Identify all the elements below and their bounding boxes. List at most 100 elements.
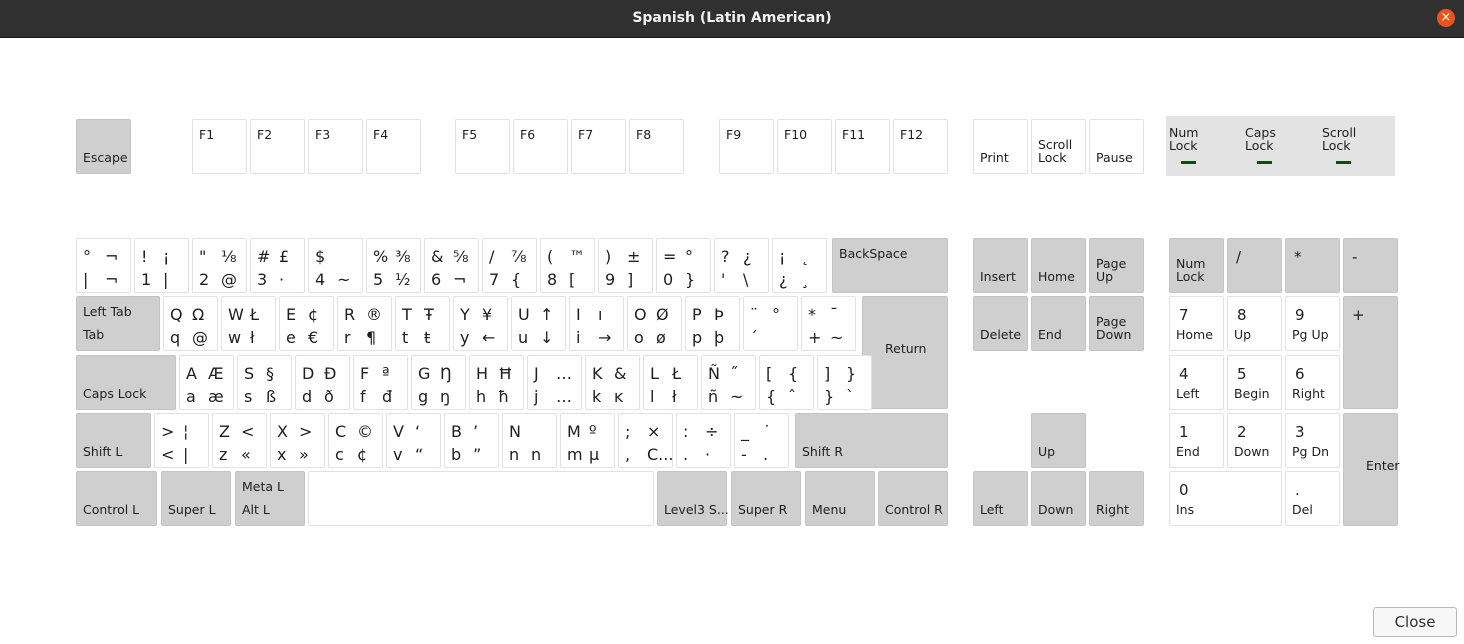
key-q[interactable]: Q Ωq @ bbox=[163, 296, 218, 351]
key-pgup[interactable]: Page Up bbox=[1089, 238, 1144, 293]
key-level3[interactable]: Level3 S... bbox=[657, 471, 729, 526]
key-f4[interactable]: F4 bbox=[366, 119, 421, 174]
key-rsuper[interactable]: Super R bbox=[731, 471, 801, 526]
key-kp9[interactable]: 9 Pg Up bbox=[1285, 296, 1340, 351]
close-button[interactable]: Close bbox=[1373, 607, 1457, 637]
key-delete[interactable]: Delete bbox=[973, 296, 1028, 351]
key-kpdiv[interactable]: / bbox=[1227, 238, 1282, 293]
key-k5[interactable]: % ⅜ 5 ½ bbox=[366, 238, 421, 293]
window-close-icon[interactable]: × bbox=[1437, 9, 1455, 27]
key-m[interactable]: Mºmµ bbox=[560, 413, 615, 468]
key-r[interactable]: R ® r ¶ bbox=[337, 296, 392, 351]
key-left[interactable]: Left bbox=[973, 471, 1028, 526]
key-lctrl[interactable]: Control L bbox=[76, 471, 157, 526]
key-o[interactable]: OØoø bbox=[627, 296, 682, 351]
key-lbracket[interactable]: ¨ ° ´ bbox=[743, 296, 798, 351]
key-return[interactable]: Return bbox=[862, 296, 948, 409]
key-s[interactable]: S § s ß bbox=[237, 355, 292, 410]
key-rshift[interactable]: Shift R bbox=[795, 413, 948, 468]
key-k9[interactable]: ) ±9] bbox=[598, 238, 653, 293]
key-e[interactable]: E ¢ e € bbox=[279, 296, 334, 351]
key-lshift[interactable]: Shift L bbox=[76, 413, 151, 468]
key-grave[interactable]: ° ¬ | ¬ bbox=[76, 238, 131, 293]
key-numlock[interactable]: Num Lock bbox=[1169, 238, 1224, 293]
key-kpsub[interactable]: - bbox=[1343, 238, 1398, 293]
key-equal[interactable]: ¡ ˛ ¿ ¸ bbox=[772, 238, 827, 293]
key-kpadd[interactable]: + bbox=[1343, 296, 1398, 409]
key-v[interactable]: V ‘ v “ bbox=[386, 413, 441, 468]
key-f[interactable]: Fªfđ bbox=[353, 355, 408, 410]
key-kp4[interactable]: 4 Left bbox=[1169, 355, 1224, 410]
key-minus[interactable]: ? ¿ ' \ bbox=[714, 238, 769, 293]
key-apos[interactable]: [{{ˆ bbox=[759, 355, 814, 410]
key-y[interactable]: Y ¥ y ← bbox=[453, 296, 508, 351]
key-space[interactable] bbox=[308, 471, 654, 526]
key-w[interactable]: WŁwł bbox=[221, 296, 276, 351]
key-lsuper[interactable]: Super L bbox=[161, 471, 231, 526]
key-insert[interactable]: Insert bbox=[973, 238, 1028, 293]
key-f5[interactable]: F5 bbox=[455, 119, 510, 174]
key-k7[interactable]: / ⅞ 7 { bbox=[482, 238, 537, 293]
key-k0[interactable]: = ° 0} bbox=[656, 238, 711, 293]
key-print[interactable]: Print bbox=[973, 119, 1028, 174]
key-f11[interactable]: F11 bbox=[835, 119, 890, 174]
key-lsgt[interactable]: > ¦ < | bbox=[154, 413, 209, 468]
key-kp3[interactable]: 3 Pg Dn bbox=[1285, 413, 1340, 468]
key-f10[interactable]: F10 bbox=[777, 119, 832, 174]
key-right[interactable]: Right bbox=[1089, 471, 1144, 526]
key-semi[interactable]: Ñ ˝ ñ ~ bbox=[701, 355, 756, 410]
key-slash[interactable]: _ ˙ -. bbox=[734, 413, 789, 468]
key-bslash[interactable]: ]}} ` bbox=[817, 355, 872, 410]
key-n[interactable]: Nnn bbox=[502, 413, 557, 468]
key-f9[interactable]: F9 bbox=[719, 119, 774, 174]
key-x[interactable]: X > x » bbox=[270, 413, 325, 468]
key-rctrl[interactable]: Control R bbox=[878, 471, 948, 526]
key-down[interactable]: Down bbox=[1031, 471, 1086, 526]
key-caps[interactable]: Caps Lock bbox=[76, 355, 176, 410]
key-k6[interactable]: & ⅝ 6 ¬ bbox=[424, 238, 479, 293]
key-rbracket[interactable]: * ¯ + ~ bbox=[801, 296, 856, 351]
key-i[interactable]: Iı i → bbox=[569, 296, 624, 351]
key-l[interactable]: LŁlł bbox=[643, 355, 698, 410]
key-k[interactable]: K & k ĸ bbox=[585, 355, 640, 410]
key-f12[interactable]: F12 bbox=[893, 119, 948, 174]
key-kpenter[interactable]: Enter bbox=[1343, 413, 1400, 526]
key-kp0[interactable]: 0 Ins bbox=[1169, 471, 1282, 526]
key-a[interactable]: AÆaæ bbox=[179, 355, 234, 410]
key-up[interactable]: Up bbox=[1031, 413, 1086, 468]
key-period[interactable]: : ÷. · bbox=[676, 413, 731, 468]
key-k4[interactable]: $4 ~ bbox=[308, 238, 363, 293]
key-f7[interactable]: F7 bbox=[571, 119, 626, 174]
key-d[interactable]: DÐdð bbox=[295, 355, 350, 410]
key-comma[interactable]: ; ×, C... bbox=[618, 413, 673, 468]
key-j[interactable]: J… j… bbox=[527, 355, 582, 410]
key-k2[interactable]: " ⅛ 2 @ bbox=[192, 238, 247, 293]
key-kp2[interactable]: 2 Down bbox=[1227, 413, 1282, 468]
key-pgdn[interactable]: Page Down bbox=[1089, 296, 1144, 351]
key-f2[interactable]: F2 bbox=[250, 119, 305, 174]
key-kp6[interactable]: 6 Right bbox=[1285, 355, 1340, 410]
key-tab[interactable]: Left Tab Tab bbox=[76, 296, 160, 351]
key-backspace[interactable]: BackSpace bbox=[832, 238, 948, 293]
key-f1[interactable]: F1 bbox=[192, 119, 247, 174]
key-f6[interactable]: F6 bbox=[513, 119, 568, 174]
key-scrolllock[interactable]: Scroll Lock bbox=[1031, 119, 1086, 174]
key-home[interactable]: Home bbox=[1031, 238, 1086, 293]
key-pause[interactable]: Pause bbox=[1089, 119, 1144, 174]
key-p[interactable]: PÞpþ bbox=[685, 296, 740, 351]
key-k3[interactable]: # £3 · bbox=[250, 238, 305, 293]
key-f3[interactable]: F3 bbox=[308, 119, 363, 174]
key-k1[interactable]: ! ¡ 1 | bbox=[134, 238, 189, 293]
key-kp7[interactable]: 7 Home bbox=[1169, 296, 1224, 351]
key-kp8[interactable]: 8 Up bbox=[1227, 296, 1282, 351]
key-kpmul[interactable]: * bbox=[1285, 238, 1340, 293]
key-u[interactable]: U ↑ u ↓ bbox=[511, 296, 566, 351]
key-z[interactable]: Z < z « bbox=[212, 413, 267, 468]
key-kp1[interactable]: 1 End bbox=[1169, 413, 1224, 468]
key-f8[interactable]: F8 bbox=[629, 119, 684, 174]
key-menu[interactable]: Menu bbox=[805, 471, 875, 526]
key-h[interactable]: HĦhħ bbox=[469, 355, 524, 410]
key-b[interactable]: B ’ b ” bbox=[444, 413, 499, 468]
key-end[interactable]: End bbox=[1031, 296, 1086, 351]
key-kpdot[interactable]: . Del bbox=[1285, 471, 1340, 526]
